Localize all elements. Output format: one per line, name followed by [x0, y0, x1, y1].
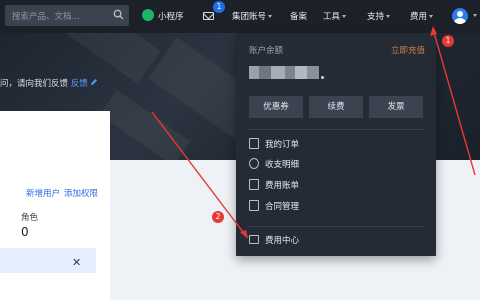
order-icon	[249, 138, 259, 149]
menu-item-transactions[interactable]: 收支明细	[249, 157, 419, 171]
search-box[interactable]: 搜索产品、文档...	[5, 5, 129, 26]
nav-support[interactable]: 支持	[367, 10, 391, 22]
menu-item-label: 收支明细	[265, 160, 300, 170]
transaction-icon	[249, 158, 259, 169]
fees-dropdown-menu: 账户余额 立即充值 优惠券 续费 发票 我的订单 收支明细 费用账单 合同管理 …	[236, 33, 436, 256]
chevron-down-icon	[386, 15, 391, 18]
coupon-button[interactable]: 优惠券	[249, 96, 303, 118]
search-icon[interactable]	[113, 9, 124, 20]
chevron-down-icon[interactable]	[473, 14, 477, 17]
balance-label: 账户余额	[249, 46, 284, 56]
nav-group-account[interactable]: 集团账号	[232, 10, 273, 22]
top-navigation-bar: 搜索产品、文档... 小程序 1 集团账号 备案 工具 支持 费用	[0, 0, 480, 33]
wallet-icon	[249, 235, 259, 244]
nav-fees[interactable]: 费用	[410, 10, 434, 22]
menu-item-label: 费用账单	[265, 181, 300, 191]
recharge-link[interactable]: 立即充值	[391, 44, 425, 56]
banner-decoration	[99, 89, 191, 160]
menu-item-bills[interactable]: 费用账单	[249, 178, 419, 192]
menu-item-my-orders[interactable]: 我的订单	[249, 137, 419, 151]
nav-mini-program[interactable]: 小程序	[158, 10, 184, 22]
bill-icon	[249, 179, 259, 190]
add-permission-link[interactable]: 添加权限	[64, 187, 98, 199]
feedback-link[interactable]: 反馈	[71, 79, 88, 89]
feedback-message: 问，请向我们反馈	[0, 79, 69, 89]
chevron-down-icon	[429, 15, 434, 18]
contract-icon	[249, 200, 259, 211]
nav-group-account-label: 集团账号	[232, 12, 267, 22]
feedback-text: 问，请向我们反馈 反馈	[0, 77, 88, 89]
role-label: 角色	[21, 213, 39, 223]
renew-button[interactable]: 续费	[309, 96, 363, 118]
divider	[249, 226, 424, 227]
mini-program-icon[interactable]	[142, 9, 154, 21]
nav-record[interactable]: 备案	[290, 10, 307, 22]
nav-support-label: 支持	[367, 12, 385, 22]
mail-icon[interactable]	[203, 12, 214, 20]
menu-item-cost-center[interactable]: 费用中心	[249, 233, 419, 247]
close-icon[interactable]: ✕	[72, 256, 81, 269]
mail-count-badge: 1	[213, 1, 225, 13]
annotation-badge-2: 2	[212, 211, 224, 223]
nav-tools-label: 工具	[323, 12, 341, 22]
menu-item-label: 合同管理	[265, 202, 300, 212]
balance-decimal-point	[321, 76, 324, 79]
notice-banner	[0, 248, 96, 273]
edit-icon[interactable]	[90, 78, 98, 86]
user-avatar-icon[interactable]	[452, 8, 468, 24]
menu-item-label: 我的订单	[265, 140, 300, 150]
balance-value-blurred	[249, 66, 319, 79]
invoice-button[interactable]: 发票	[369, 96, 423, 118]
search-input[interactable]: 搜索产品、文档...	[12, 10, 80, 22]
divider	[249, 129, 424, 130]
nav-tools[interactable]: 工具	[323, 10, 347, 22]
menu-item-label: 费用中心	[265, 236, 300, 246]
annotation-badge-1: 1	[442, 35, 454, 47]
chevron-down-icon	[342, 15, 347, 18]
role-count: 0	[21, 225, 29, 239]
nav-fees-label: 费用	[410, 12, 428, 22]
new-user-link[interactable]: 新增用户	[26, 187, 60, 199]
chevron-down-icon	[268, 15, 273, 18]
menu-item-contracts[interactable]: 合同管理	[249, 199, 419, 213]
